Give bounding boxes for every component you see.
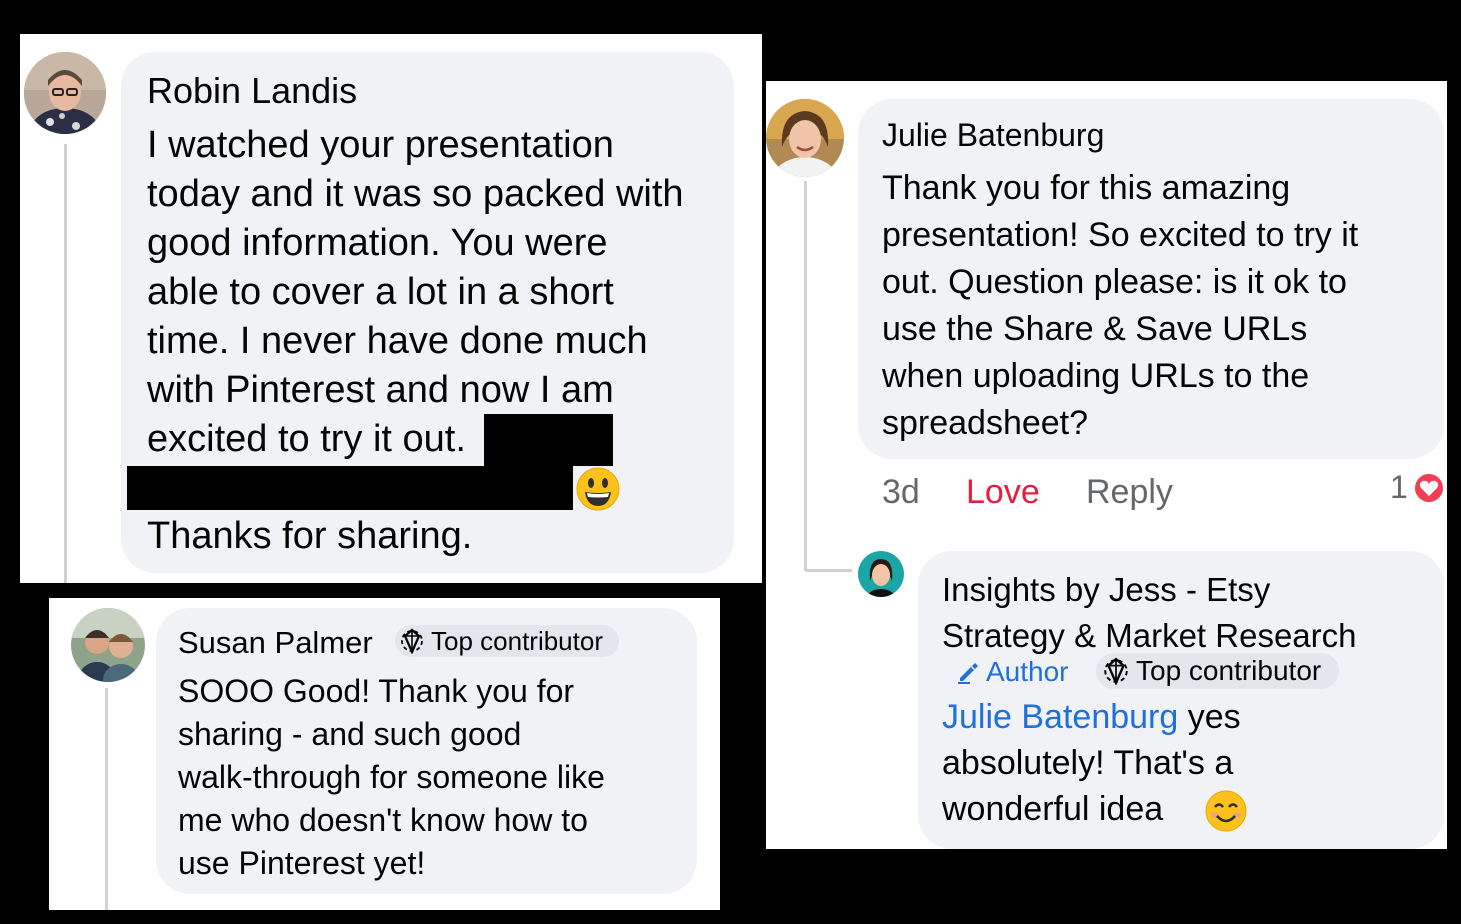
author-badge: Author (956, 655, 1069, 689)
reaction-count[interactable]: 1 (1390, 469, 1408, 506)
comment-panel-julie: Julie Batenburg Thank you for this amazi… (766, 81, 1447, 849)
comment-line: with Pinterest and now I am (147, 369, 614, 411)
comment-line: spreadsheet? (882, 404, 1089, 442)
comment-panel-robin: Robin Landis I watched your presentation… (20, 34, 762, 583)
grinning-face-emoji-icon (576, 467, 620, 511)
avatar[interactable] (71, 608, 145, 682)
top-contributor-badge: Top contributor (395, 625, 619, 657)
comment-line: today and it was so packed with (147, 173, 684, 215)
love-reaction-button[interactable]: Love (966, 473, 1040, 512)
top-contributor-badge: Top contributor (1096, 653, 1340, 689)
commenter-name[interactable]: Susan Palmer (178, 625, 373, 661)
comment-line: when uploading URLs to the (882, 357, 1310, 395)
comment-text: I watched your presentation today and it… (147, 121, 684, 464)
thread-line (105, 688, 108, 910)
reply-line-text: yes (1178, 698, 1241, 736)
comment-line: SOOO Good! Thank you for (178, 673, 575, 709)
redaction-block (484, 414, 613, 466)
comment-text: SOOO Good! Thank you for sharing - and s… (178, 670, 605, 885)
comment-line: use Pinterest yet! (178, 845, 426, 881)
reply-connector (804, 569, 852, 572)
comment-line: I watched your presentation (147, 124, 614, 166)
avatar[interactable] (24, 52, 106, 134)
comment-line: out. Question please: is it ok to (882, 263, 1347, 301)
reply-author-name[interactable]: Insights by Jess - Etsy Strategy & Marke… (942, 567, 1357, 659)
comment-line: sharing - and such good (178, 716, 522, 752)
comment-line: use the Share & Save URLs (882, 310, 1308, 348)
reply-author-name-line: Insights by Jess - Etsy (942, 571, 1271, 608)
badge-label: Top contributor (431, 625, 603, 656)
badge-label: Top contributor (1136, 655, 1322, 686)
commenter-name[interactable]: Robin Landis (147, 70, 357, 112)
author-badge-label: Author (986, 656, 1069, 687)
comment-line: presentation! So excited to try it (882, 216, 1359, 254)
commenter-name[interactable]: Julie Batenburg (882, 117, 1104, 154)
comment-line: walk-through for someone like (178, 759, 605, 795)
smiling-face-emoji-icon (1205, 790, 1247, 832)
comment-line: good information. You were (147, 222, 608, 264)
reply-line: Julie Batenburg yes (942, 694, 1241, 740)
heart-reaction-icon[interactable] (1412, 471, 1446, 505)
reply-button[interactable]: Reply (1086, 473, 1173, 512)
comment-line: time. I never have done much (147, 320, 648, 362)
comment-text: Thank you for this amazing presentation!… (882, 165, 1358, 447)
avatar-image (71, 608, 145, 682)
comment-timestamp[interactable]: 3d (882, 473, 920, 512)
mention-link[interactable]: Julie Batenburg (942, 698, 1178, 736)
top-contributor-icon (1104, 657, 1128, 685)
top-contributor-icon (401, 628, 423, 654)
avatar[interactable] (858, 551, 904, 597)
reply-text: Julie Batenburg yes absolutely! That's a… (942, 694, 1241, 832)
reply-line: wonderful idea (942, 786, 1241, 832)
reply-line: absolutely! That's a (942, 744, 1234, 782)
avatar-image (766, 99, 844, 177)
avatar[interactable] (766, 99, 844, 177)
comment-line: able to cover a lot in a short (147, 271, 614, 313)
comment-panel-susan: Susan Palmer Top contributor SOOO Good! … (49, 598, 720, 910)
thread-line (804, 181, 807, 571)
redaction-block (127, 466, 573, 510)
comment-closing: Thanks for sharing. (147, 515, 473, 557)
pencil-icon (958, 663, 978, 684)
reply-line-text: wonderful idea (942, 790, 1164, 828)
thread-line (64, 144, 67, 583)
comment-line: me who doesn't know how to (178, 802, 588, 838)
comment-line: Thank you for this amazing (882, 169, 1291, 207)
avatar-image (858, 551, 904, 597)
avatar-image (24, 52, 106, 134)
